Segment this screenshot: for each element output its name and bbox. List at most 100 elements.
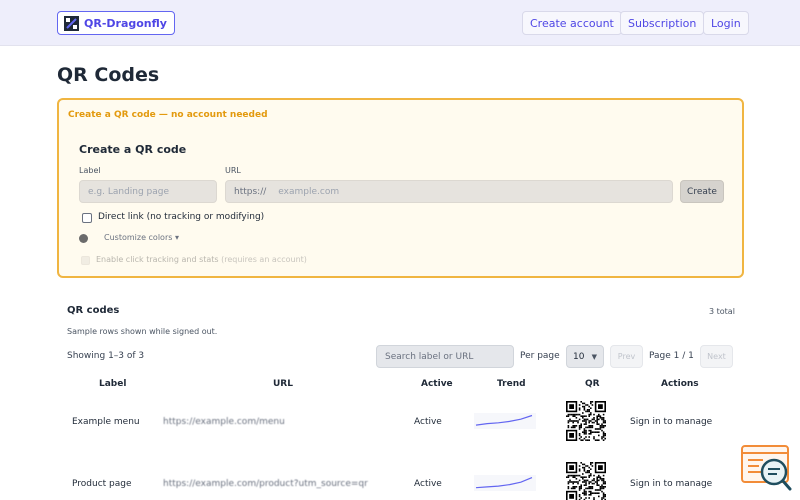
qr-module [585,431,587,433]
qr-module [582,492,584,494]
qr-module [578,433,581,435]
qr-code-image[interactable] [566,462,606,500]
qr-module [602,474,605,477]
qr-module [577,421,579,424]
qr-module [586,439,589,441]
qr-module [580,486,582,488]
qr-module [582,412,584,414]
qr-module [578,409,581,411]
qr-module [572,476,574,478]
qr-module [578,426,581,429]
qr-module [601,429,603,432]
qr-module [582,417,584,419]
qr-module [585,465,587,467]
qr-module [583,481,586,483]
color-swatch[interactable] [79,234,88,243]
brand-name: QR-Dragonfly [84,16,167,30]
customize-colors-toggle[interactable]: Customize colors ▾ [104,233,179,242]
row-action[interactable]: Sign in to manage [630,417,712,427]
qr-module [604,486,606,488]
qr-module [591,465,594,467]
qr-module [601,417,603,419]
qr-module [604,433,606,435]
prev-button[interactable]: Prev [610,345,643,368]
row-trend-sparkline [474,413,536,429]
login-button[interactable]: Login [703,11,749,35]
column-header-trend: Trend [497,379,526,389]
qr-module [585,415,587,417]
qr-module [586,487,589,490]
create-account-button[interactable]: Create account [522,11,622,35]
qr-module [569,481,571,483]
qr-module [596,421,598,424]
qr-module [588,476,590,478]
qr-module [577,413,579,416]
qr-module [575,486,578,488]
qr-module [574,413,576,416]
qr-module [578,413,581,416]
qr-code-image[interactable] [566,401,606,441]
qr-module [594,431,597,433]
qr-module [578,465,581,467]
subscription-button[interactable]: Subscription [620,11,705,35]
direct-link-label[interactable]: Direct link (no tracking or modifying) [98,212,264,222]
next-button[interactable]: Next [700,345,733,368]
qr-module [570,426,573,429]
qr-module [583,431,586,433]
qr-module [598,423,600,425]
qr-module [599,486,602,488]
qr-module [594,492,597,494]
qr-module [575,478,578,480]
chat-search-icon[interactable] [741,444,793,496]
qr-module [594,489,597,491]
qr-module [585,471,587,474]
form-title: Create a QR code [79,143,187,156]
qr-module [602,492,605,494]
qr-module [604,495,606,498]
qr-module [567,425,570,427]
qr-module [601,487,603,490]
qr-module [602,421,605,424]
qr-module [572,421,574,424]
qr-module [585,404,587,406]
qr-module [591,487,594,490]
per-page-select[interactable]: 10 ▼ [566,345,604,368]
qr-module [588,426,590,429]
brand-home-link[interactable]: QR-Dragonfly [57,11,175,35]
qr-module [583,405,586,408]
qr-module [586,409,589,411]
qr-module [569,418,571,421]
direct-link-checkbox[interactable] [82,213,92,223]
qr-module [590,490,592,493]
qr-module [583,437,586,440]
qr-module [598,476,600,478]
qr-module [588,490,590,493]
label-input[interactable]: e.g. Landing page [79,180,217,203]
qr-module [599,487,602,490]
qr-module [601,426,603,429]
row-action[interactable]: Sign in to manage [630,479,712,489]
create-button[interactable]: Create [680,180,724,203]
qr-module [601,479,603,482]
qr-module [596,489,598,491]
qr-module [590,492,592,494]
qr-module [583,402,586,405]
sample-note: Sample rows shown while signed out. [67,327,218,336]
search-input[interactable]: Search label or URL [376,345,514,368]
url-input[interactable]: https:// example.com [225,180,673,203]
create-qr-panel: Create a QR code — no account needed Cre… [57,98,744,278]
qr-module [577,481,579,483]
qr-module [575,417,578,419]
page-title: QR Codes [57,64,160,86]
qr-module [599,489,602,491]
qr-module [590,462,592,464]
qr-module [588,470,590,472]
qr-module [572,426,574,429]
qr-module [578,495,581,498]
qr-module [593,418,595,421]
qr-module [596,478,598,480]
qr-module [578,494,581,496]
qr-module [590,481,592,483]
qr-module [585,476,587,478]
qr-module [580,415,582,417]
